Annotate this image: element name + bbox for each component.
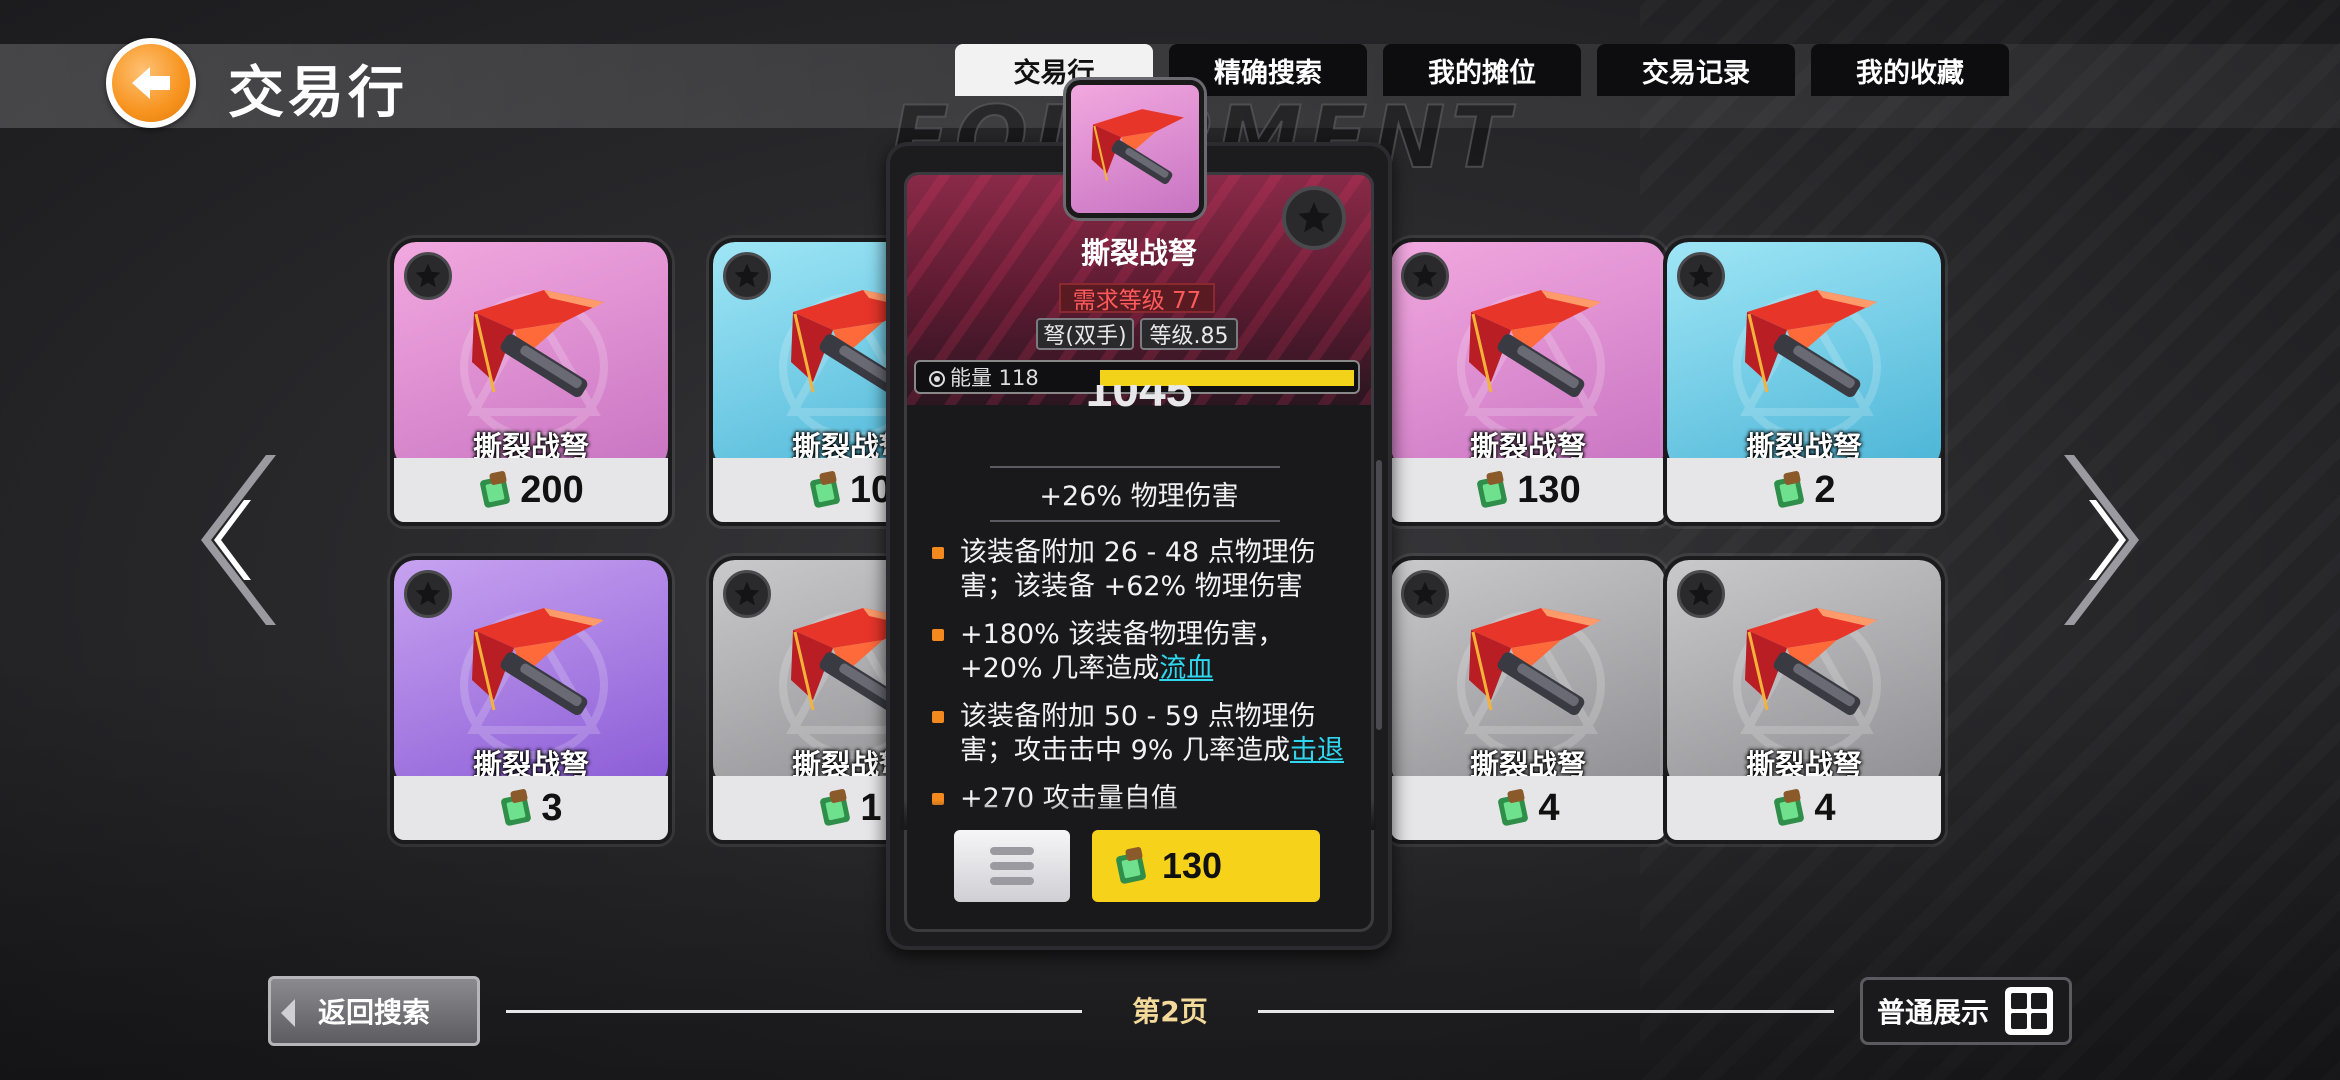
back-triangle-icon	[281, 999, 295, 1027]
return-search-button[interactable]: 返回搜索	[268, 976, 480, 1046]
favorite-star-button[interactable]	[404, 570, 452, 618]
tab-my-favorites[interactable]: 我的收藏	[1811, 44, 2009, 96]
favorite-star-button[interactable]	[1401, 570, 1449, 618]
favorite-star-button[interactable]	[723, 570, 771, 618]
item-card[interactable]: 撕裂战弩 200	[390, 238, 672, 526]
energy-fill	[1100, 370, 1354, 386]
popup-scrollbar[interactable]	[1376, 460, 1382, 730]
affix-line: 该装备附加 50 - 59 点物理伤害；攻击击中 9% 几率造成击退	[930, 700, 1350, 768]
crossbow-icon	[1745, 608, 1877, 716]
page-divider-left	[506, 1010, 1082, 1013]
price-bar: 4	[1667, 776, 1941, 840]
gem-currency-icon	[1498, 789, 1529, 826]
display-mode-label: 普通展示	[1877, 996, 1990, 1029]
display-mode-button[interactable]: 普通展示	[1860, 977, 2072, 1045]
favorite-star-button[interactable]	[1401, 252, 1449, 300]
item-price: 2	[1814, 468, 1836, 511]
keyword-link[interactable]: 击退	[1290, 735, 1344, 766]
tab-my-stall[interactable]: 我的摊位	[1383, 44, 1581, 96]
popup-fade	[900, 800, 1376, 830]
divider	[990, 520, 1280, 522]
grid-icon	[2005, 987, 2054, 1035]
affix-line: +180% 该装备物理伤害，+20% 几率造成流血	[930, 618, 1350, 686]
favorite-star-button[interactable]	[723, 252, 771, 300]
back-arrow-icon	[132, 67, 170, 99]
page-indicator: 第2页	[1132, 995, 1208, 1028]
crossbow-icon	[472, 290, 604, 398]
favorite-star-button[interactable]	[1677, 252, 1725, 300]
item-card[interactable]: 撕裂战弩 3	[390, 556, 672, 844]
price-bar: 200	[394, 458, 668, 522]
weapon-type-chip: 弩(双手)	[1036, 318, 1134, 350]
price-bar: 3	[394, 776, 668, 840]
tab-trade-records[interactable]: 交易记录	[1597, 44, 1795, 96]
affix-text: 该装备附加 50 - 59 点物理伤害；攻击击中 9% 几率造成	[960, 701, 1316, 766]
item-card[interactable]: 撕裂战弩 130	[1387, 238, 1669, 526]
menu-icon	[990, 847, 1034, 885]
affix-text: 该装备附加 26 - 48 点物理伤害；该装备 +62% 物理伤害	[960, 537, 1316, 602]
gem-currency-icon	[820, 789, 851, 826]
divider	[990, 466, 1280, 468]
gem-currency-icon	[1774, 789, 1805, 826]
star-icon	[1412, 263, 1438, 288]
price-bar: 4	[1391, 776, 1665, 840]
favorite-star-button[interactable]	[404, 252, 452, 300]
star-icon	[415, 581, 441, 606]
page-divider-right	[1258, 1010, 1834, 1013]
gem-currency-icon	[501, 789, 532, 826]
star-icon	[415, 263, 441, 288]
gem-currency-icon	[1774, 471, 1805, 508]
crossbow-icon	[1091, 109, 1184, 185]
star-icon	[1688, 581, 1714, 606]
chevron-left-icon[interactable]	[196, 445, 286, 635]
item-card[interactable]: 撕裂战弩 4	[1387, 556, 1669, 844]
item-card[interactable]: 撕裂战弩 4	[1663, 556, 1945, 844]
star-icon	[1688, 263, 1714, 288]
popup-item-name: 撕裂战弩	[1080, 236, 1197, 270]
affix-list[interactable]: 该装备附加 26 - 48 点物理伤害；该装备 +62% 物理伤害 +180% 该…	[930, 536, 1350, 830]
page-title: 交易行	[228, 61, 408, 126]
return-search-label: 返回搜索	[317, 996, 430, 1029]
gem-currency-icon	[480, 471, 511, 508]
chevron-right-icon[interactable]	[2054, 445, 2144, 635]
affix-line: 该装备附加 26 - 48 点物理伤害；该装备 +62% 物理伤害	[930, 536, 1350, 604]
main-stat: +26% 物理伤害	[1039, 481, 1239, 512]
price-bar: 130	[1391, 458, 1665, 522]
item-card[interactable]: 撕裂战弩 2	[1663, 238, 1945, 526]
item-price: 4	[1538, 786, 1560, 829]
item-price: 3	[541, 786, 563, 829]
crossbow-icon	[472, 608, 604, 716]
item-price: 130	[1517, 468, 1581, 511]
gem-currency-icon	[1116, 847, 1146, 884]
power-value: 1045	[886, 385, 1392, 425]
crossbow-icon	[1745, 290, 1877, 398]
crossbow-icon	[1469, 290, 1601, 398]
gem-currency-icon	[1477, 471, 1508, 508]
back-button[interactable]	[106, 38, 196, 128]
star-icon	[734, 263, 760, 288]
affix-text: +180% 该装备物理伤害，+20% 几率造成	[960, 619, 1285, 684]
star-icon	[734, 581, 760, 606]
item-price: 1	[860, 786, 882, 829]
more-options-button[interactable]	[954, 830, 1070, 902]
item-price: 200	[520, 468, 584, 511]
buy-price: 130	[1162, 845, 1223, 886]
required-level-badge: 需求等级 77	[1059, 283, 1215, 314]
price-bar: 2	[1667, 458, 1941, 522]
item-level-chip: 等级.85	[1140, 318, 1238, 350]
keyword-link[interactable]: 流血	[1159, 653, 1213, 684]
gem-currency-icon	[809, 471, 840, 508]
star-icon	[1412, 581, 1438, 606]
crossbow-icon	[1469, 608, 1601, 716]
power-number: 1045	[1085, 385, 1193, 417]
buy-button[interactable]: 130	[1092, 830, 1320, 902]
item-price: 4	[1814, 786, 1836, 829]
popup-item-icon	[1066, 80, 1204, 218]
favorite-star-button[interactable]	[1677, 570, 1725, 618]
